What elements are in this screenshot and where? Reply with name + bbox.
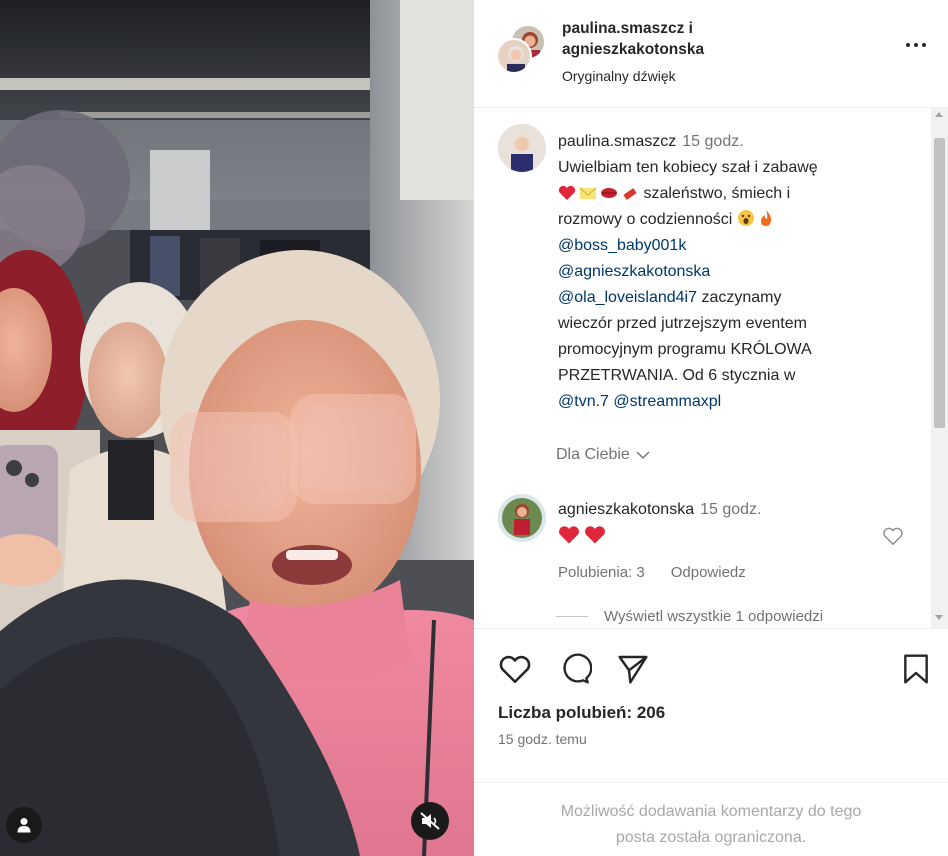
comment-icon[interactable] — [558, 653, 592, 685]
caption-line: szaleństwo, śmiech i — [643, 185, 791, 202]
mention-link[interactable]: @streammaxpl — [613, 393, 721, 410]
caption-line: promocyjnym programu KRÓLOWA — [558, 341, 812, 358]
reply-button[interactable]: Odpowiedz — [671, 564, 746, 581]
avatar[interactable] — [498, 494, 546, 542]
emoji-group — [737, 209, 774, 227]
comment-time[interactable]: 15 godz. — [700, 501, 761, 518]
user-icon — [17, 818, 31, 833]
scrollbar[interactable] — [931, 108, 948, 628]
screaming-face-emoji-icon — [737, 210, 754, 226]
fire-emoji-icon — [760, 210, 771, 226]
red-heart-emoji-icon — [558, 185, 576, 200]
heart-icon[interactable] — [498, 653, 532, 685]
speaker-muted-icon — [420, 812, 440, 830]
caption-line: rozmowy o codzienności — [558, 211, 733, 228]
limited-notice-line: posta została ograniczona. — [615, 829, 807, 846]
caption-time[interactable]: 15 godz. — [682, 133, 743, 150]
more-icon[interactable] — [906, 40, 932, 50]
comment-likes[interactable]: Polubienia: 3 — [558, 564, 645, 581]
envelope-emoji-icon — [579, 187, 597, 199]
bookmark-icon[interactable] — [902, 653, 930, 685]
audio-label[interactable]: Oryginalny dźwięk — [562, 68, 676, 84]
translation-toggle[interactable]: Dla Ciebie — [556, 446, 650, 464]
post-timestamp[interactable]: 15 godz. temu — [498, 731, 587, 747]
mention-link[interactable]: @agnieszkakotonska — [558, 259, 908, 285]
emoji-group — [558, 525, 858, 545]
comments-section[interactable]: paulina.smaszcz 15 godz. Uwielbiam ten ko… — [474, 108, 948, 628]
caption-text: paulina.smaszcz 15 godz. Uwielbiam ten ko… — [558, 129, 908, 415]
scroll-down-arrow[interactable] — [935, 615, 943, 620]
firecracker-emoji-icon — [623, 188, 637, 200]
scroll-up-arrow[interactable] — [935, 112, 943, 117]
owners-conjunction: i — [688, 20, 693, 37]
mention-link[interactable]: @tvn.7 — [558, 393, 609, 410]
caption-line: zaczynamy — [697, 289, 782, 306]
collab-avatars[interactable] — [496, 24, 548, 76]
view-replies-label: Wyświetl wszystkie 1 odpowiedzi — [604, 608, 824, 625]
post-details-panel: paulina.smaszcz i agnieszkakotonska Oryg… — [474, 0, 948, 856]
likes-count[interactable]: Liczba polubień: 206 — [498, 703, 665, 723]
post-media[interactable] — [0, 0, 474, 856]
mute-toggle-button[interactable] — [411, 802, 449, 840]
red-heart-emoji-icon — [559, 526, 579, 544]
post-actions: Liczba polubień: 206 15 godz. temu — [474, 628, 948, 778]
video-frame — [0, 0, 474, 856]
emoji-group — [558, 185, 639, 201]
comment-meta: Polubienia: 3 Odpowiedz — [558, 564, 746, 581]
tagged-users-button[interactable] — [6, 807, 42, 843]
scroll-thumb[interactable] — [934, 138, 945, 428]
chevron-down-icon — [636, 451, 650, 459]
lips-emoji-icon — [601, 188, 617, 198]
post-header: paulina.smaszcz i agnieszkakotonska Oryg… — [474, 0, 948, 108]
comments-limited-notice: Możliwość dodawania komentarzy do tego p… — [474, 782, 948, 856]
post-owners: paulina.smaszcz i agnieszkakotonska — [562, 18, 704, 60]
limited-notice-line: Możliwość dodawania komentarzy do tego — [560, 803, 862, 820]
caption-line: Uwielbiam ten kobiecy szał i zabawę — [558, 159, 818, 176]
owner-username-2[interactable]: agnieszkakotonska — [562, 41, 704, 58]
divider — [556, 616, 588, 617]
comment-text: agnieszkakotonska 15 godz. — [558, 497, 858, 545]
heart-icon[interactable] — [882, 526, 904, 546]
mention-link[interactable]: @boss_baby001k — [558, 233, 908, 259]
avatar[interactable] — [498, 124, 546, 172]
caption-line: wieczór przed jutrzejszym eventem — [558, 315, 807, 332]
view-replies-button[interactable]: Wyświetl wszystkie 1 odpowiedzi — [556, 608, 823, 625]
caption-username[interactable]: paulina.smaszcz — [558, 133, 676, 150]
caption-line: PRZETRWANIA. Od 6 stycznia w — [558, 367, 796, 384]
send-icon[interactable] — [616, 653, 650, 685]
comment-username[interactable]: agnieszkakotonska — [558, 501, 694, 518]
avatar[interactable] — [496, 38, 532, 74]
red-heart-emoji-icon — [585, 526, 605, 544]
translation-label: Dla Ciebie — [556, 446, 630, 463]
owner-username-1[interactable]: paulina.smaszcz — [562, 20, 684, 37]
mention-link[interactable]: @ola_loveisland4i7 — [558, 289, 697, 306]
